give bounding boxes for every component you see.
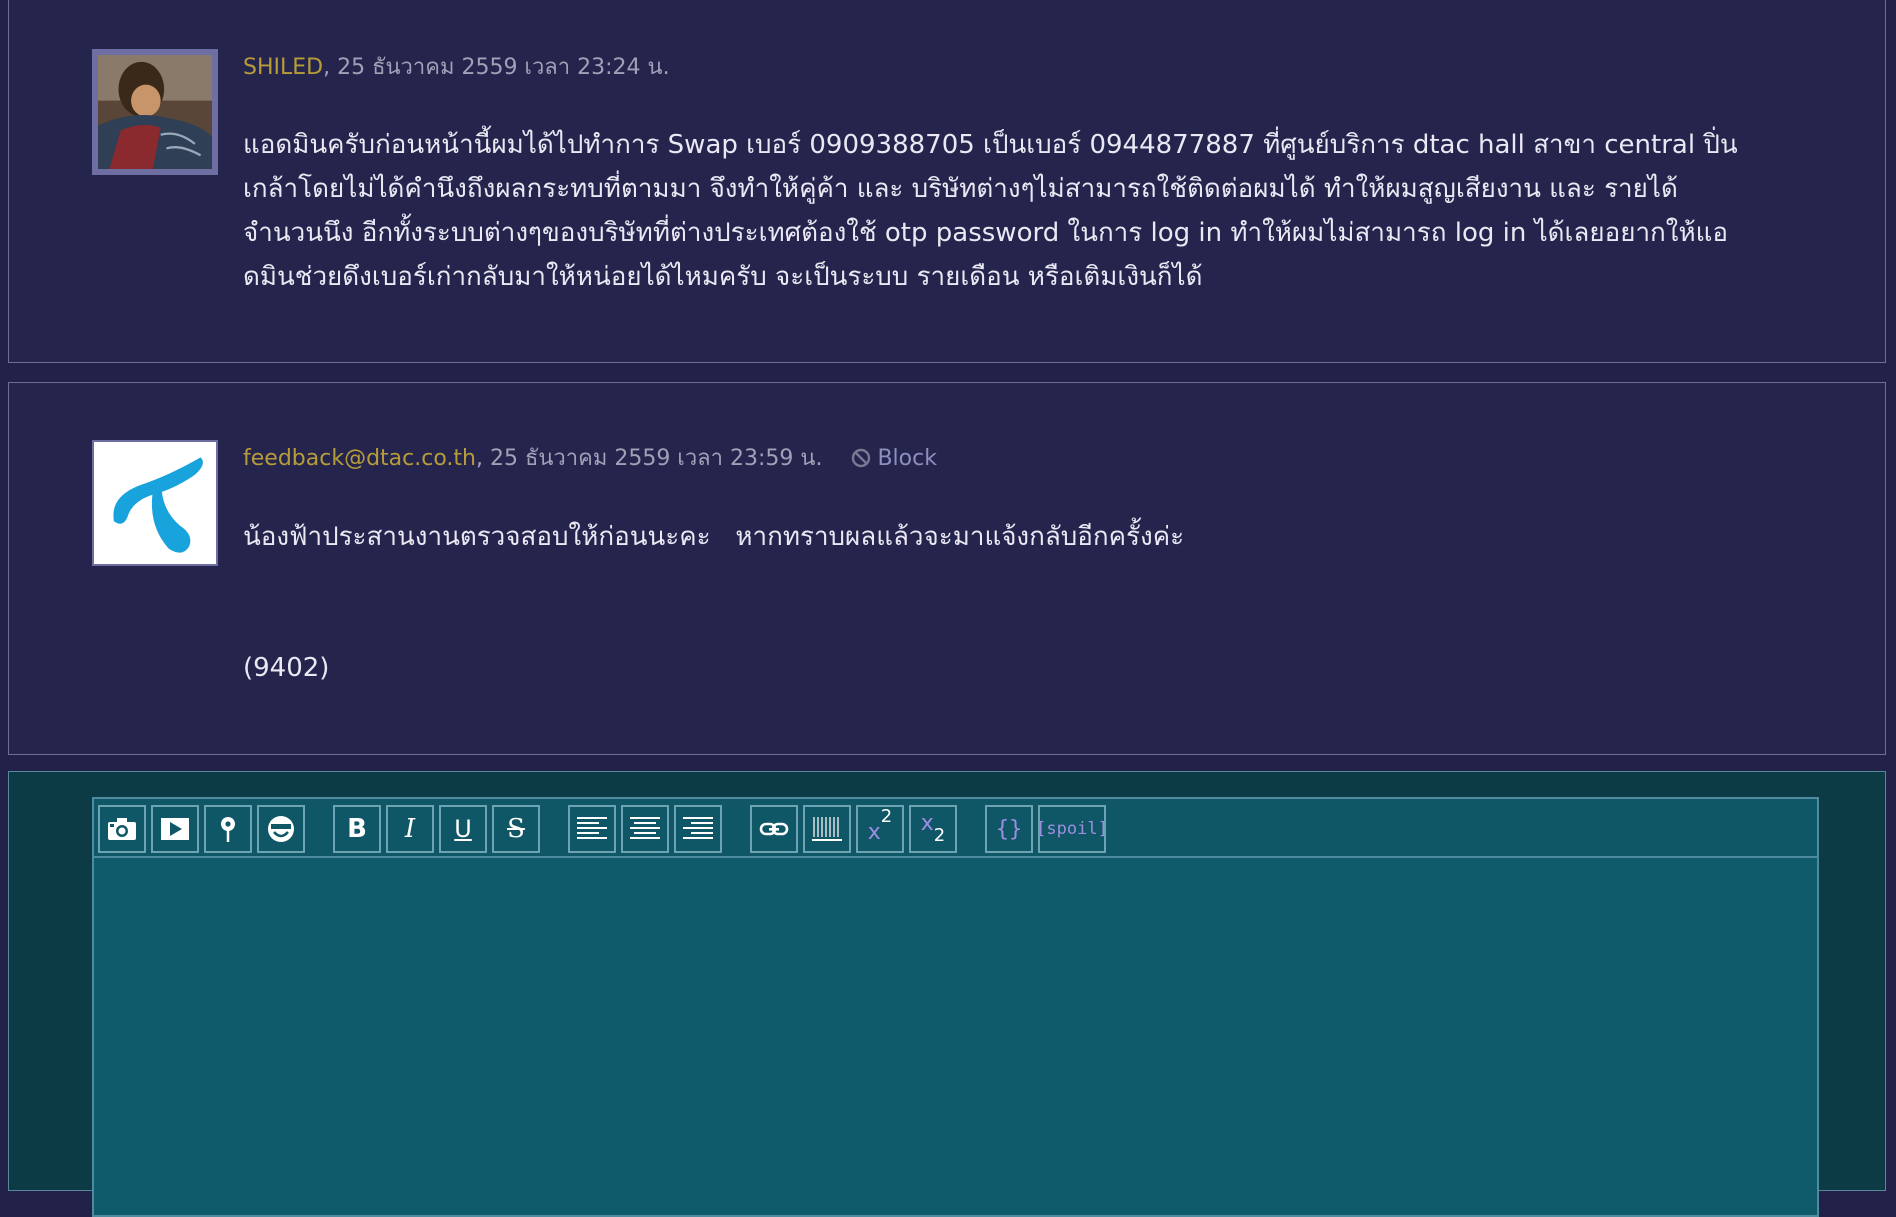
align-right-icon — [683, 817, 713, 839]
comment-body: น้องฟ้าประสานงานตรวจสอบให้ก่อนนะคะ หากทร… — [243, 522, 1185, 552]
subscript-exp: 2 — [933, 825, 946, 846]
italic-button[interactable]: I — [386, 805, 434, 853]
comment-datetime: , 25 ธันวาคม 2559 เวลา 23:59 น. — [475, 446, 823, 471]
emoji-button[interactable] — [257, 805, 305, 853]
video-button[interactable] — [151, 805, 199, 853]
subscript-base: x — [920, 811, 934, 836]
code-button[interactable]: {} — [985, 805, 1033, 853]
username-link[interactable]: feedback@dtac.co.th — [243, 446, 476, 471]
comment-line: จำนวนนึง อีกทั้งระบบต่างๆของบริษัทที่ต่า… — [243, 218, 1728, 248]
subscript-button[interactable]: x2 — [909, 805, 957, 853]
align-center-icon — [630, 817, 660, 839]
barcode-button[interactable] — [803, 805, 851, 853]
editor-textarea[interactable] — [94, 858, 1817, 1215]
avatar-image — [98, 55, 212, 169]
comment-card: feedback@dtac.co.th, 25 ธันวาคม 2559 เวล… — [8, 382, 1886, 755]
play-icon — [161, 818, 189, 840]
comment-line: เกล้าโดยไม่ได้คำนึงถึงผลกระทบที่ตามมา จึ… — [243, 174, 1678, 204]
spoiler-button[interactable]: [spoil] — [1036, 805, 1108, 853]
comment-meta: feedback@dtac.co.th, 25 ธันวาคม 2559 เวล… — [243, 440, 937, 475]
underline-button[interactable]: U — [439, 805, 487, 853]
location-button[interactable] — [204, 805, 252, 853]
align-left-button[interactable] — [568, 805, 616, 853]
dtac-logo-icon — [98, 446, 212, 560]
smiley-icon — [268, 816, 294, 842]
avatar[interactable] — [92, 49, 218, 175]
reply-editor[interactable]: B I U S x2 x2 {} [spoil] — [92, 797, 1819, 1217]
comment-line: ดมินช่วยดึงเบอร์เก่ากลับมาให้หน่อยได้ไหม… — [243, 262, 1203, 292]
align-center-button[interactable] — [621, 805, 669, 853]
map-pin-icon — [221, 817, 235, 842]
username-link[interactable]: SHILED — [243, 55, 323, 80]
align-right-button[interactable] — [674, 805, 722, 853]
comment-datetime: , 25 ธันวาคม 2559 เวลา 23:24 น. — [323, 55, 670, 80]
align-left-icon — [577, 817, 607, 839]
bold-button[interactable]: B — [333, 805, 381, 853]
superscript-base: x — [867, 820, 881, 845]
reply-editor-container: B I U S x2 x2 {} [spoil] — [8, 771, 1886, 1217]
comment-signature: (9402) — [243, 653, 330, 683]
link-button[interactable] — [750, 805, 798, 853]
block-label: Block — [877, 446, 937, 471]
link-icon — [759, 822, 789, 836]
block-button[interactable]: Block — [851, 446, 937, 471]
comment-line: แอดมินครับก่อนหน้านี้ผมได้ไปทำการ Swap เ… — [243, 130, 1738, 160]
strikethrough-button[interactable]: S — [492, 805, 540, 853]
avatar[interactable] — [92, 440, 218, 566]
comment-card: SHILED, 25 ธันวาคม 2559 เวลา 23:24 น. แอ… — [8, 0, 1886, 363]
comment-meta: SHILED, 25 ธันวาคม 2559 เวลา 23:24 น. — [243, 49, 670, 84]
superscript-exp: 2 — [880, 806, 893, 827]
camera-button[interactable] — [98, 805, 146, 853]
editor-toolbar: B I U S x2 x2 {} [spoil] — [94, 799, 1817, 858]
camera-icon — [108, 818, 136, 840]
superscript-button[interactable]: x2 — [856, 805, 904, 853]
block-icon — [852, 448, 871, 468]
comment-body: แอดมินครับก่อนหน้านี้ผมได้ไปทำการ Swap เ… — [243, 123, 1803, 299]
barcode-icon — [812, 817, 842, 841]
